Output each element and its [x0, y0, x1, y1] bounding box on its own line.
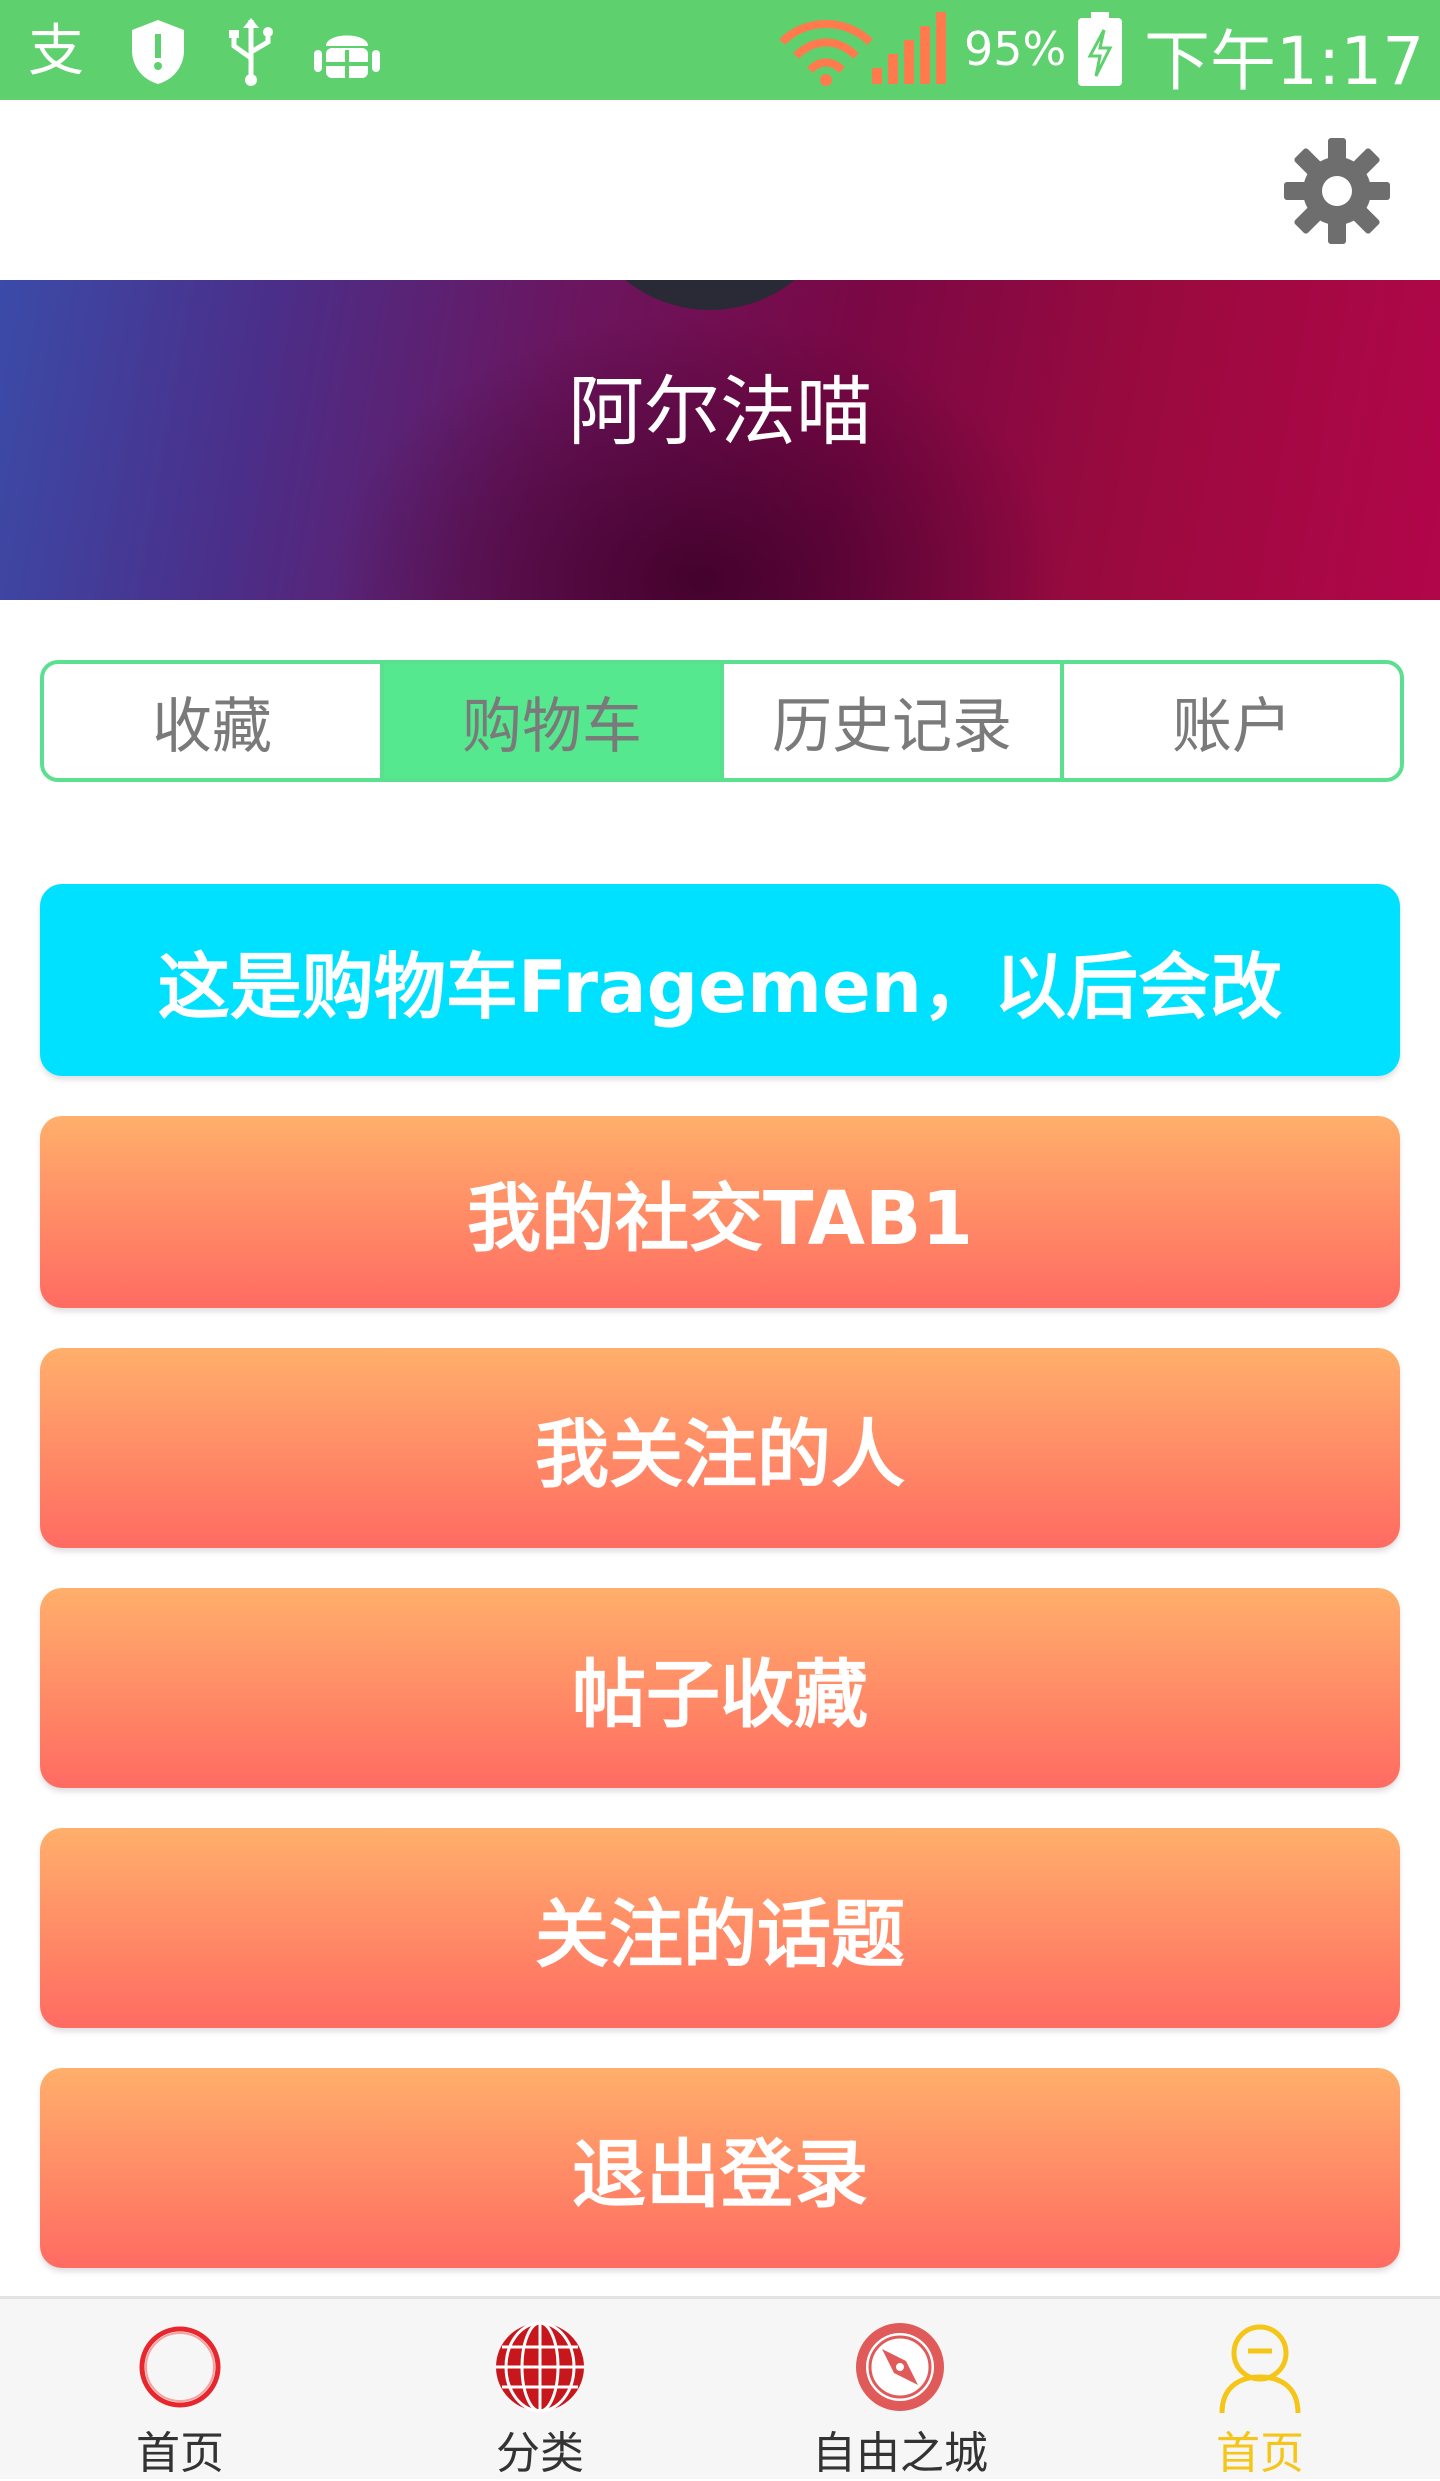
my-social-tab-button[interactable]: 我的社交TAB1 — [40, 1116, 1400, 1308]
clock: 下午1:17 — [1144, 23, 1425, 100]
avatar[interactable] — [575, 280, 845, 310]
android-debug-icon — [314, 35, 380, 78]
nav-item-home[interactable]: 首页 — [30, 2319, 330, 2481]
alipay-icon: 支 — [28, 19, 84, 82]
status-bar: 支 95% 下午1:17 — [0, 0, 1440, 100]
usb-icon — [229, 18, 273, 86]
circle-icon — [139, 2326, 221, 2408]
top-toolbar — [0, 100, 1440, 280]
nav-item-free-city[interactable]: 自由之城 — [750, 2319, 1050, 2481]
nav-item-category[interactable]: 分类 — [390, 2319, 690, 2481]
profile-tabs: 收藏 购物车 历史记录 账户 — [40, 660, 1404, 782]
shield-alert-icon — [132, 20, 184, 84]
bottom-nav: 首页 分类 自由之城 首页 — [0, 2296, 1440, 2479]
tab-account[interactable]: 账户 — [1064, 664, 1400, 778]
svg-text:支: 支 — [28, 19, 84, 82]
tab-favorites[interactable]: 收藏 — [44, 664, 384, 778]
followed-topics-button[interactable]: 关注的话题 — [40, 1828, 1400, 2028]
compass-icon — [856, 2323, 944, 2411]
tab-history[interactable]: 历史记录 — [724, 664, 1064, 778]
battery-percent: 95% — [964, 22, 1067, 76]
logout-button[interactable]: 退出登录 — [40, 2068, 1400, 2268]
user-icon — [1219, 2324, 1301, 2414]
cart-fragment-banner: 这是购物车Fragemen，以后会改 — [40, 884, 1400, 1076]
username: 阿尔法喵 — [568, 367, 872, 456]
tab-cart[interactable]: 购物车 — [384, 664, 724, 778]
battery-charging-icon — [1078, 12, 1122, 86]
gear-icon[interactable] — [1282, 136, 1392, 246]
signal-icon — [872, 12, 946, 84]
globe-icon — [496, 2321, 584, 2413]
following-button[interactable]: 我关注的人 — [40, 1348, 1400, 1548]
wifi-icon — [779, 20, 873, 86]
nav-item-profile[interactable]: 首页 — [1110, 2319, 1410, 2481]
profile-header: 阿尔法喵 — [0, 280, 1440, 600]
post-favorites-button[interactable]: 帖子收藏 — [40, 1588, 1400, 1788]
